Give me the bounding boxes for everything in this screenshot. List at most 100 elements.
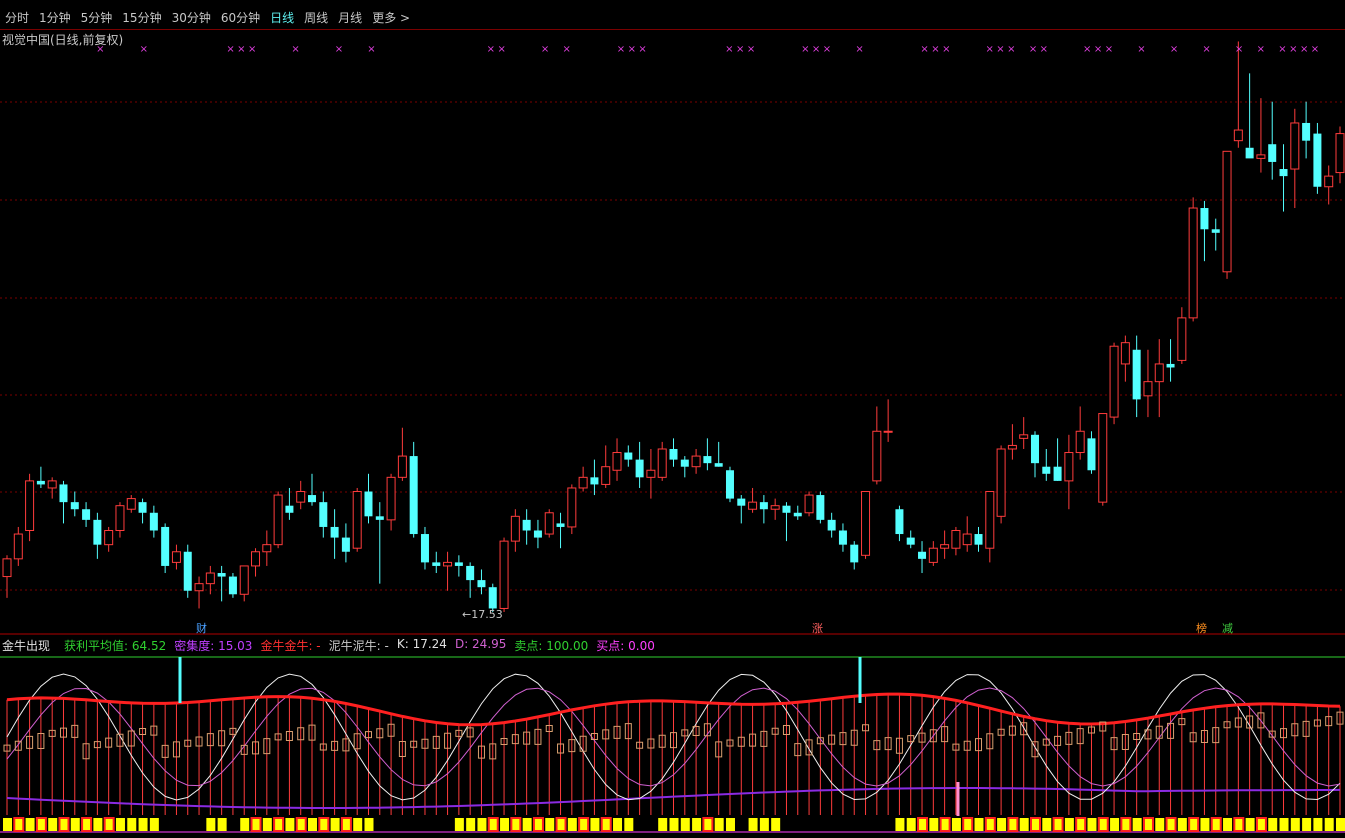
candle-body [59,484,68,503]
candle-body [1222,150,1232,273]
indicator-field-3: 泥牛泥牛: - [328,639,389,653]
signal-square [58,817,70,832]
signal-x-mark: × [747,44,755,55]
candle-body [737,498,746,506]
candle-body [962,533,972,546]
event-marker: 涨 [812,622,823,635]
signal-x-mark: × [487,44,495,55]
candle-body [171,551,181,563]
signal-x-mark: × [335,44,343,55]
candle-body [352,491,362,549]
candle-body [590,477,599,485]
signal-square [353,818,363,831]
candle-body [1098,413,1108,503]
signal-square [1142,817,1154,832]
signal-square [951,818,961,831]
signal-square [759,818,769,831]
candle-body [138,502,147,513]
signal-x-mark: × [1083,44,1091,55]
candle-body [635,459,644,478]
signal-x-mark: × [1278,44,1286,55]
signal-square [262,818,272,831]
signal-square [1290,818,1300,831]
signal-square [48,818,58,831]
candlestick-chart[interactable]: × × × × × × × × × × × × × × × × × × × × × × × × × × × × × × × × × × × × × × × ×… [0,0,1345,838]
signal-square [273,817,285,832]
candle-body [1302,122,1311,141]
signal-square [669,818,679,831]
candle-body [510,515,520,542]
candle-body [669,448,678,460]
signal-square [1324,818,1334,831]
candle-body [239,565,249,595]
signal-square [962,817,974,832]
candle-body [850,544,859,563]
signal-square [1052,817,1064,832]
signal-square [1188,817,1200,832]
signal-square [1110,818,1120,831]
signal-square [308,818,318,831]
signal-square [240,818,250,831]
signal-square [748,818,758,831]
signal-x-mark: × [497,44,505,55]
signal-square [939,817,951,832]
candle-body [1075,430,1085,454]
signal-square [1245,818,1255,831]
candle-body [1087,438,1096,471]
signal-x-mark: × [985,44,993,55]
indicator-field-1: 密集度: 15.03 [174,639,253,653]
candle-body [386,476,396,521]
candle-body [657,448,667,478]
candle-body [1064,452,1074,482]
signal-x-mark: × [1105,44,1113,55]
candle-body [1120,342,1130,365]
candle-body [93,519,102,545]
signal-square [1132,818,1142,831]
candle-body [194,583,204,592]
signal-x-mark: × [541,44,549,55]
signal-square [487,817,499,832]
signal-x-mark: × [237,44,245,55]
signal-square [149,818,159,831]
candle-body [1256,154,1266,159]
candle-body [1019,434,1029,439]
signal-square [578,817,590,832]
candle-body [1211,229,1220,233]
signal-x-mark: × [1137,44,1145,55]
signal-square [70,818,80,831]
signal-square [532,817,544,832]
signal-x-mark: × [1029,44,1037,55]
signal-x-mark: × [226,44,234,55]
signal-x-mark: × [1300,44,1308,55]
signal-square [115,818,125,831]
signal-square [250,817,262,832]
signal-x-mark: × [1202,44,1210,55]
candle-body [827,519,836,531]
signal-x-mark: × [140,44,148,55]
candle-body [273,494,283,546]
candle-body [567,487,577,528]
candle-body [1268,144,1277,162]
candle-body [2,558,12,578]
signal-square [103,817,115,832]
signal-square [35,817,47,832]
signal-square [1268,818,1278,831]
signal-square [454,818,464,831]
signal-square [1279,818,1289,831]
candle-body [996,448,1006,517]
candle-body [838,530,847,545]
signal-square [680,818,690,831]
candle-body [126,498,136,510]
indicator-field-2: 金牛金牛: - [260,639,321,653]
candle-body [940,544,950,549]
signal-x-mark: × [996,44,1004,55]
signal-square [364,818,374,831]
candle-body [285,505,294,513]
candle-body [36,480,45,485]
signal-x-mark: × [942,44,950,55]
candle-body [1279,169,1288,177]
indicator-field-6: 卖点: 100.00 [514,639,589,653]
candle-body [601,466,611,485]
indicator-bar: 金牛出现 获利平均值: 64.52 密集度: 15.03 金牛金牛: - 泥牛泥牛: -… [2,637,663,654]
signal-square [477,818,487,831]
